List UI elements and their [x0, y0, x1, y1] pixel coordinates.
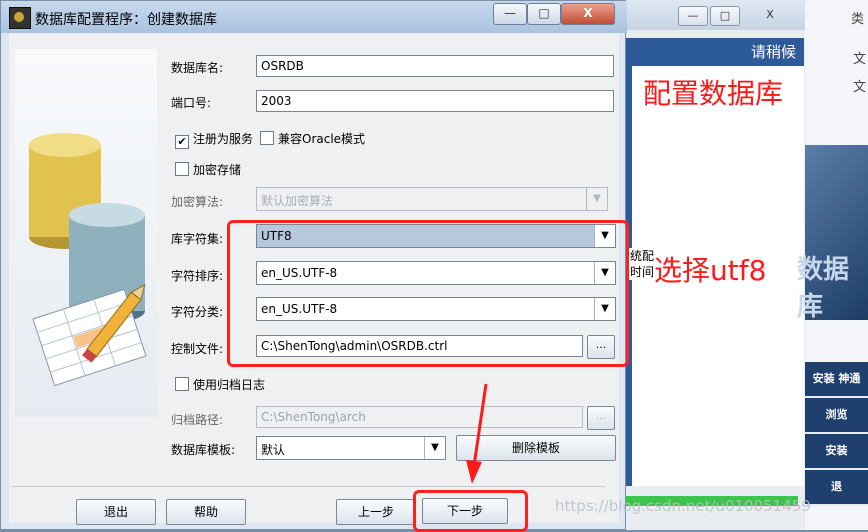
- database-illustration: [15, 49, 157, 417]
- encrypt-storage-checkbox[interactable]: 加密存储: [175, 161, 241, 178]
- right-text-1: 文: [853, 52, 867, 67]
- archive-log-label: 使用归档日志: [193, 378, 266, 392]
- annotation-arrow-icon: [466, 383, 488, 484]
- annotation-config-db: 配置数据库: [643, 77, 784, 110]
- oracle-compat-checkbox[interactable]: 兼容Oracle模式: [260, 130, 365, 147]
- right-item-exit[interactable]: 退: [805, 470, 868, 506]
- template-select[interactable]: 默认 ▼: [256, 436, 446, 460]
- maximize-button[interactable]: □: [527, 3, 561, 25]
- template-label: 数据库模板:: [171, 443, 236, 457]
- oracle-compat-label: 兼容Oracle模式: [278, 132, 366, 146]
- close-button[interactable]: X: [561, 3, 615, 25]
- database-cylinders-icon: [29, 133, 147, 387]
- encrypt-algo-select[interactable]: 默认加密算法 ▼: [256, 187, 608, 211]
- bg-close-button[interactable]: X: [742, 6, 798, 24]
- register-service-checkbox[interactable]: ✔ 注册为服务: [175, 130, 253, 149]
- db-name-input[interactable]: OSRDB: [256, 55, 614, 77]
- bg-minimize-button[interactable]: —: [678, 6, 708, 26]
- encrypt-algo-value: 默认加密算法: [261, 194, 334, 208]
- right-item-install[interactable]: 安装 神通: [805, 362, 868, 398]
- next-button-highlight-box: [413, 490, 528, 532]
- button-separator: [11, 486, 605, 487]
- right-text-2: 文: [853, 80, 867, 95]
- right-banner-image: 数据库: [797, 145, 868, 322]
- charset-label: 库字符集:: [171, 232, 224, 246]
- dialog-titlebar: 数据库配置程序：创建数据库 — □ X: [1, 1, 627, 33]
- checkbox-unchecked-icon: [175, 162, 189, 176]
- archive-log-checkbox[interactable]: 使用归档日志: [175, 376, 265, 393]
- archive-path-browse-button[interactable]: ...: [587, 406, 615, 430]
- collation-label: 字符排序:: [171, 269, 224, 283]
- annotation-select-utf8: 选择utf8: [654, 254, 767, 287]
- app-icon: [9, 7, 31, 29]
- port-input[interactable]: 2003: [256, 90, 614, 112]
- control-file-label: 控制文件:: [171, 342, 224, 356]
- checkbox-unchecked-icon: [175, 377, 189, 391]
- right-text-top: 类: [851, 12, 865, 27]
- exit-button[interactable]: 退出: [76, 499, 156, 525]
- minimize-button[interactable]: —: [493, 3, 527, 25]
- checkbox-unchecked-icon: [260, 131, 274, 145]
- help-button[interactable]: 帮助: [166, 499, 246, 525]
- db-name-label: 数据库名:: [171, 61, 224, 75]
- checkbox-checked-icon: ✔: [175, 135, 189, 149]
- background-header: 请稍候: [626, 38, 804, 66]
- dropdown-arrow-icon: ▼: [424, 437, 445, 459]
- right-item-install-2[interactable]: 安装: [805, 434, 868, 470]
- charset-highlight-box: [227, 220, 629, 367]
- encrypt-algo-label: 加密算法:: [171, 195, 224, 209]
- archive-path-input[interactable]: C:\ShenTong\arch: [256, 406, 583, 428]
- background-right-window: 类 文 文 数据库 安装 神通 浏览 安装 退: [797, 0, 868, 530]
- port-label: 端口号:: [171, 96, 212, 110]
- watermark-text: https://blog.csdn.net/u010051459: [555, 497, 811, 515]
- prev-button[interactable]: 上一步: [336, 499, 416, 525]
- encrypt-storage-label: 加密存储: [193, 163, 242, 177]
- right-item-browse[interactable]: 浏览: [805, 398, 868, 434]
- bg-maximize-button[interactable]: □: [710, 6, 740, 26]
- register-service-label: 注册为服务: [193, 132, 254, 146]
- archive-path-label: 归档路径:: [171, 413, 224, 427]
- dropdown-arrow-icon: ▼: [586, 188, 607, 210]
- ctype-label: 字符分类:: [171, 305, 224, 319]
- dialog-title: 数据库配置程序：创建数据库: [35, 12, 217, 28]
- template-value: 默认: [261, 443, 286, 457]
